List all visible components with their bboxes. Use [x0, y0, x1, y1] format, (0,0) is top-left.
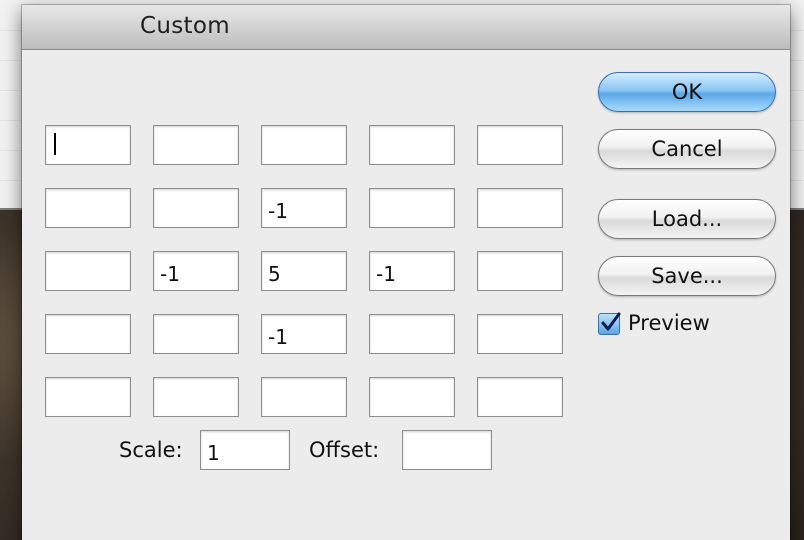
custom-filter-dialog: Custom Scale: Offset: OK Cancel Load... … [22, 5, 790, 540]
matrix-cell-r3-c2[interactable] [153, 251, 239, 291]
save-button[interactable]: Save... [598, 256, 776, 296]
matrix-cell-r4-c4[interactable] [369, 314, 455, 354]
matrix-cell-r2-c1[interactable] [45, 188, 131, 228]
kernel-matrix [45, 125, 571, 417]
text-caret [54, 133, 56, 155]
matrix-cell-r4-c3[interactable] [261, 314, 347, 354]
dialog-titlebar: Custom [22, 5, 790, 50]
matrix-cell-r3-c5[interactable] [477, 251, 563, 291]
matrix-cell-r1-c1[interactable] [45, 125, 131, 165]
matrix-cell-r5-c3[interactable] [261, 377, 347, 417]
matrix-cell-r4-c2[interactable] [153, 314, 239, 354]
matrix-cell-r2-c2[interactable] [153, 188, 239, 228]
load-button[interactable]: Load... [598, 199, 776, 239]
offset-label: Offset: [309, 438, 380, 462]
preview-checkbox[interactable] [598, 312, 621, 335]
matrix-cell-r3-c3[interactable] [261, 251, 347, 291]
matrix-cell-r5-c5[interactable] [477, 377, 563, 417]
matrix-cell-r4-c5[interactable] [477, 314, 563, 354]
matrix-cell-r3-c1[interactable] [45, 251, 131, 291]
matrix-cell-r2-c5[interactable] [477, 188, 563, 228]
checkmark-icon [601, 312, 621, 331]
preview-label: Preview [628, 311, 710, 335]
offset-field[interactable] [402, 430, 492, 470]
matrix-cell-r1-c3[interactable] [261, 125, 347, 165]
matrix-cell-r1-c4[interactable] [369, 125, 455, 165]
matrix-cell-r2-c3[interactable] [261, 188, 347, 228]
matrix-cell-r4-c1[interactable] [45, 314, 131, 354]
matrix-cell-r3-c4[interactable] [369, 251, 455, 291]
scale-field[interactable] [200, 430, 290, 470]
matrix-cell-r5-c2[interactable] [153, 377, 239, 417]
matrix-cell-r2-c4[interactable] [369, 188, 455, 228]
cancel-button[interactable]: Cancel [598, 129, 776, 169]
matrix-cell-r5-c1[interactable] [45, 377, 131, 417]
matrix-cell-r5-c4[interactable] [369, 377, 455, 417]
matrix-cell-r1-c5[interactable] [477, 125, 563, 165]
dialog-title: Custom [140, 13, 230, 39]
ok-button[interactable]: OK [598, 72, 776, 112]
scale-label: Scale: [119, 438, 183, 462]
matrix-cell-r1-c2[interactable] [153, 125, 239, 165]
